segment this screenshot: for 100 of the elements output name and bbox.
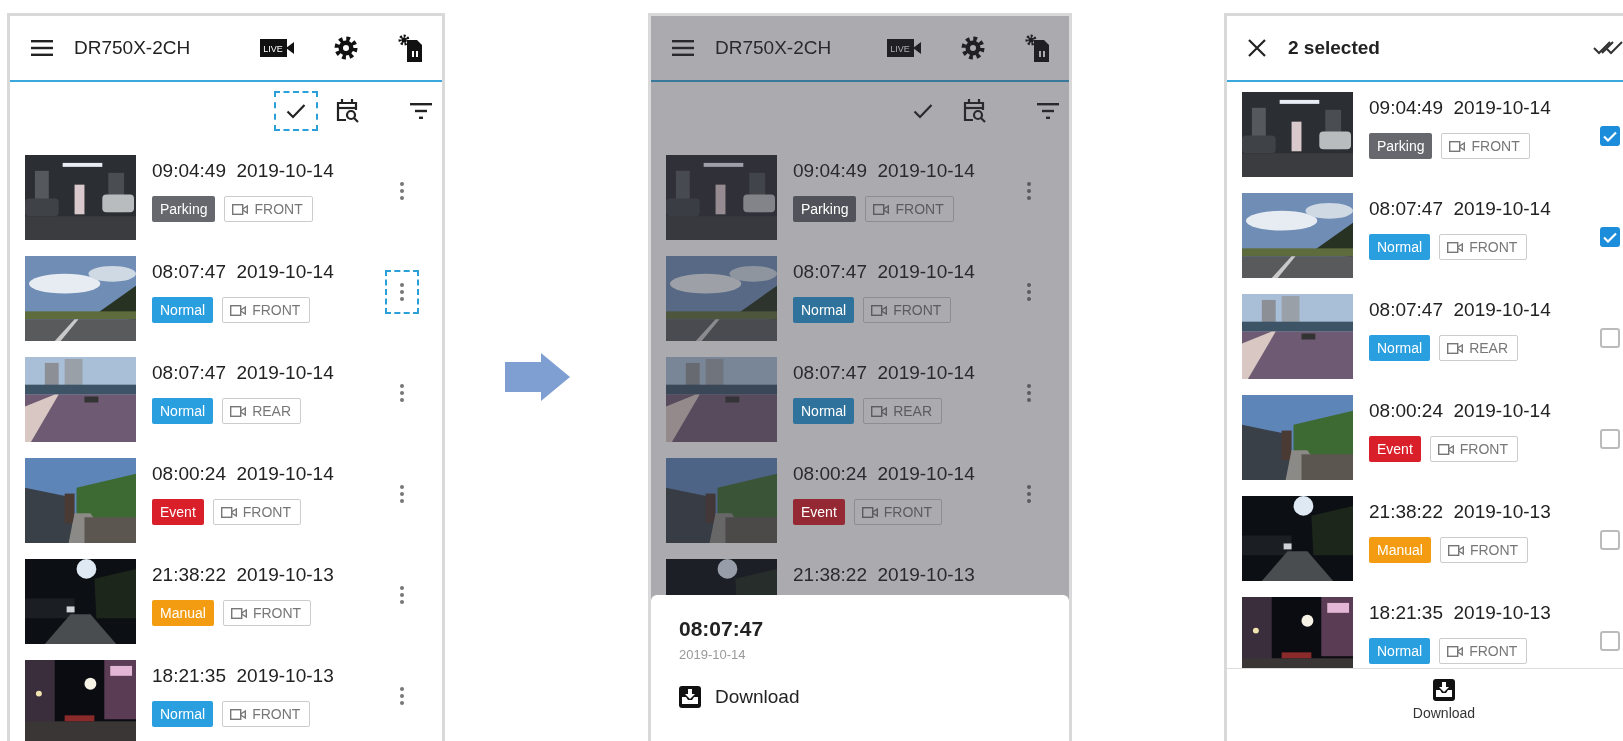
camera-icon [230, 607, 247, 619]
selection-count: 2 selected [1288, 37, 1381, 59]
arrow-icon [505, 353, 570, 401]
camera-icon [1447, 241, 1464, 253]
download-option[interactable]: Download [715, 686, 800, 708]
more-icon [400, 586, 404, 604]
camera-icon [873, 203, 890, 215]
timestamp: 08:07:47 2019-10-14 [793, 362, 976, 385]
camera-icon [871, 304, 888, 316]
event-type-tag: Normal [1369, 335, 1431, 361]
event-type-tag: Event [1369, 436, 1421, 462]
download-button[interactable]: Download [1412, 679, 1476, 721]
timestamp: 09:04:49 2019-10-14 [793, 160, 976, 183]
more-icon [400, 687, 404, 705]
camera-icon [230, 405, 247, 417]
event-type-tag: Normal [793, 297, 855, 323]
event-type-tag: Normal [152, 398, 214, 424]
camera-label: FRONT [252, 302, 301, 318]
settings-icon[interactable] [961, 36, 985, 60]
filter-icon[interactable] [1037, 102, 1059, 119]
event-type-tag: Normal [152, 297, 214, 323]
event-type-tag: Normal [1369, 234, 1431, 260]
more-icon [400, 384, 404, 402]
close-icon[interactable] [1248, 39, 1266, 57]
event-type-tag: Normal [152, 701, 214, 727]
menu-icon[interactable] [31, 40, 53, 56]
camera-label: FRONT [252, 605, 302, 621]
check-icon [286, 102, 306, 119]
more-icon [1027, 384, 1031, 402]
more-icon [1027, 283, 1031, 301]
sd-card-gear-icon[interactable] [398, 34, 422, 62]
timestamp: 18:21:35 2019-10-13 [1369, 602, 1552, 625]
camera-icon [1447, 342, 1464, 354]
camera-label: FRONT [254, 201, 303, 217]
event-type-tag: Parking [1369, 133, 1433, 159]
sd-card-gear-icon[interactable] [1025, 34, 1049, 62]
checkbox[interactable] [1600, 227, 1620, 247]
camera-label: FRONT [252, 706, 301, 722]
timestamp: 09:04:49 2019-10-14 [1369, 97, 1552, 120]
more-icon [1027, 182, 1031, 200]
camera-label: FRONT [1471, 138, 1520, 154]
checkbox[interactable] [1600, 530, 1620, 550]
camera-label: FRONT [1469, 643, 1518, 659]
settings-icon[interactable] [334, 36, 358, 60]
more-icon [400, 485, 404, 503]
camera-label: FRONT [895, 201, 944, 217]
timestamp: 21:38:22 2019-10-13 [793, 564, 976, 587]
event-type-tag: Manual [152, 600, 214, 626]
camera-icon [230, 304, 247, 316]
double-check-icon[interactable] [1593, 40, 1623, 56]
timestamp: 18:21:35 2019-10-13 [152, 665, 335, 688]
event-type-tag: Parking [152, 196, 216, 222]
filter-icon[interactable] [410, 102, 432, 119]
timestamp: 21:38:22 2019-10-13 [152, 564, 335, 587]
check-button[interactable] [274, 90, 318, 131]
timestamp: 21:38:22 2019-10-13 [1369, 501, 1552, 524]
sheet-time: 08:07:47 [679, 617, 765, 641]
calendar-search-icon[interactable] [963, 97, 987, 124]
checkbox[interactable] [1600, 631, 1620, 651]
event-type-tag: Manual [1369, 537, 1431, 563]
timestamp: 08:00:24 2019-10-14 [152, 463, 335, 486]
camera-icon [1437, 443, 1454, 455]
camera-icon [861, 506, 878, 518]
check-icon [913, 102, 933, 119]
sheet-date: 2019-10-14 [679, 647, 747, 662]
event-type-tag: Event [152, 499, 204, 525]
camera-label: REAR [1469, 340, 1509, 356]
camera-icon [1449, 140, 1466, 152]
timestamp: 09:04:49 2019-10-14 [152, 160, 335, 183]
camera-label: FRONT [893, 302, 942, 318]
checkbox[interactable] [1600, 328, 1620, 348]
camera-icon [1447, 645, 1464, 657]
more-icon [400, 182, 404, 200]
camera-icon [230, 708, 247, 720]
camera-icon [232, 203, 249, 215]
camera-label: REAR [252, 403, 292, 419]
timestamp: 08:00:24 2019-10-14 [793, 463, 976, 486]
download-icon [679, 686, 701, 708]
checkbox[interactable] [1600, 126, 1620, 146]
more-icon [1027, 485, 1031, 503]
more-button[interactable] [385, 270, 419, 314]
calendar-search-icon[interactable] [336, 97, 360, 124]
menu-icon[interactable] [672, 40, 694, 56]
app-title: DR750X-2CH [715, 37, 833, 59]
timestamp: 08:00:24 2019-10-14 [1369, 400, 1552, 423]
event-type-tag: Normal [793, 398, 855, 424]
camera-label: FRONT [1469, 542, 1519, 558]
event-type-tag: Event [793, 499, 845, 525]
timestamp: 08:07:47 2019-10-14 [1369, 299, 1552, 322]
camera-label: REAR [893, 403, 933, 419]
app-title: DR750X-2CH [74, 37, 192, 59]
camera-icon [1447, 544, 1464, 556]
timestamp: 08:07:47 2019-10-14 [152, 261, 335, 284]
camera-icon [871, 405, 888, 417]
camera-label: FRONT [883, 504, 933, 520]
timestamp: 08:07:47 2019-10-14 [152, 362, 335, 385]
camera-label: FRONT [242, 504, 292, 520]
timestamp: 08:07:47 2019-10-14 [793, 261, 976, 284]
download-icon [1433, 679, 1455, 701]
checkbox[interactable] [1600, 429, 1620, 449]
